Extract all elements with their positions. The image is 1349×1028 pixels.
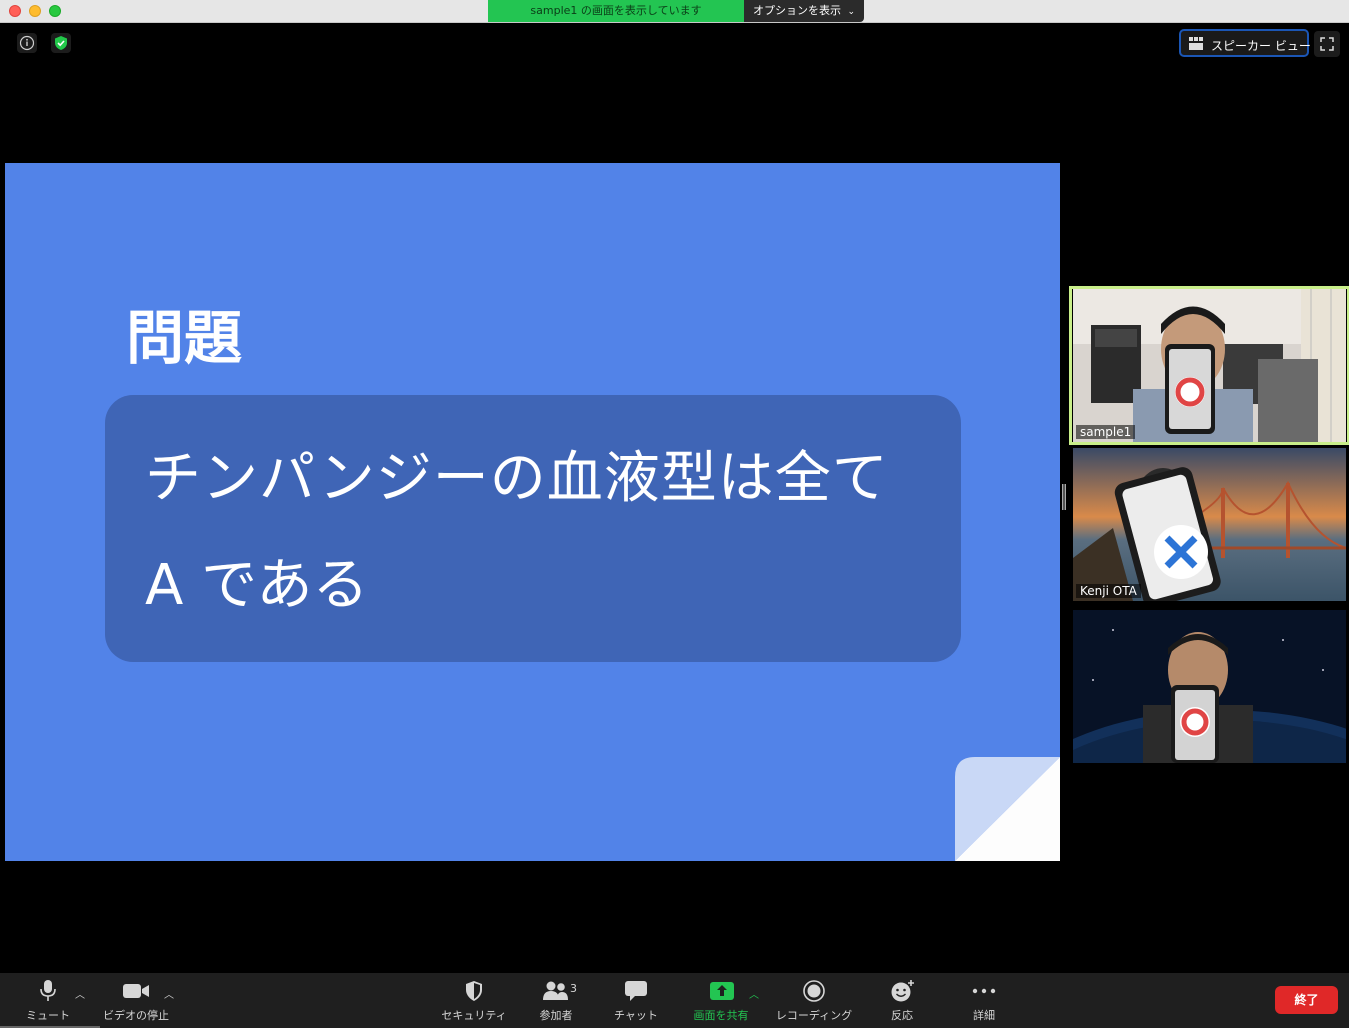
participants-label: 参加者 xyxy=(539,1009,573,1022)
reactions-button[interactable]: 反応 xyxy=(872,973,932,1028)
stop-video-label: ビデオの停止 xyxy=(103,1009,169,1022)
reactions-label: 反応 xyxy=(891,1009,913,1022)
meeting-info-button[interactable] xyxy=(17,33,37,53)
end-meeting-button[interactable]: 終了 xyxy=(1275,986,1338,1014)
share-options-chevron-icon[interactable]: ︿ xyxy=(749,986,759,1001)
panel-resize-handle[interactable] xyxy=(1062,484,1066,510)
shield-icon xyxy=(466,981,482,1001)
chat-button[interactable]: チャット xyxy=(600,973,672,1028)
mute-button[interactable]: ミュート xyxy=(18,973,78,1028)
chat-label: チャット xyxy=(614,1009,658,1022)
fullscreen-button[interactable] xyxy=(1314,31,1340,57)
chat-bubble-icon xyxy=(625,981,647,1001)
participant-video-feed xyxy=(1073,610,1346,763)
shared-screen-slide: 問題 チンパンジーの血液型は全て A である xyxy=(5,163,1060,861)
participant-video-tile[interactable] xyxy=(1073,610,1346,763)
record-icon xyxy=(803,980,825,1002)
share-screen-label: 画面を共有 xyxy=(693,1009,749,1022)
microphone-icon xyxy=(40,980,56,1001)
security-button[interactable]: セキュリティ xyxy=(436,973,512,1028)
security-label: セキュリティ xyxy=(441,1009,507,1022)
screen-share-status-banner: sample1 の画面を表示しています xyxy=(488,0,744,22)
video-options-chevron-icon[interactable]: ︿ xyxy=(164,986,174,1001)
participant-video-feed xyxy=(1073,289,1346,442)
audio-options-chevron-icon[interactable]: ︿ xyxy=(75,986,85,1001)
record-button[interactable]: レコーディング xyxy=(770,973,858,1028)
view-options-label: オプションを表示 xyxy=(752,4,841,17)
encryption-button[interactable] xyxy=(51,33,71,53)
meeting-toolbar: ミュート ︿ ビデオの停止 ︿ セキュリティ 3 参加者 チャット 画面を共有 … xyxy=(0,973,1349,1028)
speaker-view-label: スピーカー ビュー xyxy=(1211,39,1311,53)
smiley-add-icon xyxy=(891,980,914,1002)
window-minimize-button[interactable] xyxy=(29,5,41,17)
share-screen-icon xyxy=(710,982,734,1000)
participants-button[interactable]: 3 参加者 xyxy=(520,973,592,1028)
window-close-button[interactable] xyxy=(9,5,21,17)
slide-question-line-1: チンパンジーの血液型は全て xyxy=(145,446,889,511)
participant-name: sample1 xyxy=(1076,425,1136,439)
slide-question-box: チンパンジーの血液型は全て A である xyxy=(105,395,961,662)
video-camera-icon xyxy=(123,984,149,998)
slide-question-line-2: A である xyxy=(145,553,369,618)
participant-name: Kenji OTA xyxy=(1076,584,1141,598)
mute-label: ミュート xyxy=(26,1009,70,1022)
stop-video-button[interactable]: ビデオの停止 xyxy=(100,973,172,1028)
share-screen-button[interactable]: 画面を共有 xyxy=(684,973,758,1028)
record-label: レコーディング xyxy=(775,1009,853,1022)
participant-video-feed xyxy=(1073,448,1346,601)
speaker-view-button[interactable]: スピーカー ビュー xyxy=(1179,29,1311,57)
fullscreen-icon xyxy=(1320,37,1334,51)
participants-icon xyxy=(543,981,568,1000)
slide-heading: 問題 xyxy=(126,304,243,372)
participant-video-tile[interactable]: Kenji OTA xyxy=(1073,448,1346,601)
shield-check-icon xyxy=(55,36,67,50)
view-options-button[interactable]: オプションを表示 ⌄ xyxy=(744,0,864,22)
info-icon xyxy=(19,35,35,51)
more-dots-icon xyxy=(972,988,996,994)
participant-video-tile[interactable]: sample1 xyxy=(1073,289,1346,442)
window-zoom-button[interactable] xyxy=(49,5,61,17)
grid-icon xyxy=(1189,37,1203,50)
more-label: 詳細 xyxy=(973,1009,995,1022)
chevron-down-icon: ⌄ xyxy=(847,7,856,17)
participants-count: 3 xyxy=(570,982,577,995)
slide-page-curl-decoration xyxy=(955,757,1060,861)
more-button[interactable]: 詳細 xyxy=(954,973,1014,1028)
